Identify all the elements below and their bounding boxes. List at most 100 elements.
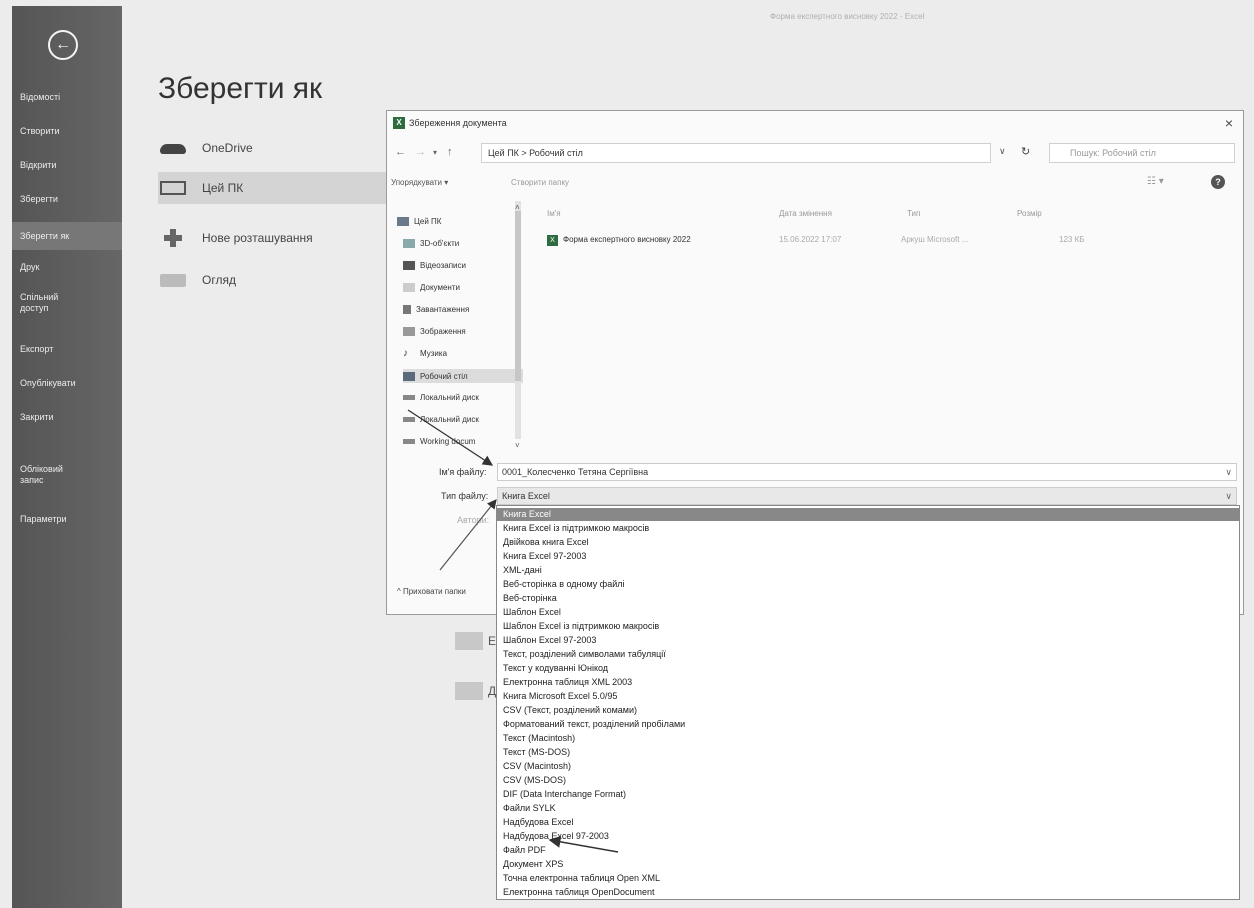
- nav-scrollbar[interactable]: [515, 201, 521, 439]
- file-type-value: Книга Excel: [502, 491, 550, 501]
- nav-item-local-disk[interactable]: Локальний диск: [403, 393, 523, 402]
- sidebar-item-open[interactable]: Відкрити: [20, 160, 120, 171]
- file-type-option[interactable]: Текст (Macintosh): [497, 732, 1239, 745]
- nav-label: Working docum: [420, 437, 476, 446]
- sidebar-item-save-as[interactable]: Зберегти як: [12, 222, 122, 250]
- column-header-size[interactable]: Розмір: [1017, 209, 1042, 218]
- sidebar-item-export[interactable]: Експорт: [20, 344, 120, 355]
- column-header-name[interactable]: Ім'я: [547, 209, 561, 218]
- file-type-option[interactable]: Документ XPS: [497, 858, 1239, 871]
- file-type-select[interactable]: Книга Excel ∨: [497, 487, 1237, 505]
- sidebar-item-save[interactable]: Зберегти: [20, 194, 120, 205]
- view-options-icon[interactable]: ☷ ▾: [1147, 176, 1164, 187]
- file-type-option[interactable]: Текст (MS-DOS): [497, 746, 1239, 759]
- nav-item-music[interactable]: ♪ Музика: [403, 349, 523, 358]
- file-type-option[interactable]: CSV (MS-DOS): [497, 774, 1239, 787]
- location-label: Нове розташування: [202, 231, 313, 245]
- scroll-thumb[interactable]: [515, 211, 521, 381]
- nav-label: Завантаження: [416, 305, 470, 314]
- file-type-option[interactable]: Електронна таблиця OpenDocument: [497, 886, 1239, 899]
- help-icon[interactable]: ?: [1211, 175, 1225, 189]
- up-arrow-icon[interactable]: ↑: [447, 146, 453, 158]
- location-this-pc[interactable]: Цей ПК: [158, 172, 388, 204]
- close-button[interactable]: ×: [1225, 115, 1233, 131]
- file-type-option[interactable]: Надбудова Excel: [497, 816, 1239, 829]
- sidebar-item-close[interactable]: Закрити: [20, 412, 120, 423]
- music-note-icon: ♪: [403, 349, 408, 358]
- location-browse[interactable]: Огляд: [160, 264, 236, 296]
- back-arrow-icon[interactable]: ←: [395, 146, 406, 158]
- column-header-date[interactable]: Дата змінення: [779, 209, 832, 218]
- nav-item-desktop[interactable]: Робочий стіл: [403, 369, 523, 383]
- file-row[interactable]: X Форма експертного висновку 2022 15.06.…: [547, 235, 1107, 249]
- file-type-option[interactable]: Двійкова книга Excel: [497, 536, 1239, 549]
- nav-item-downloads[interactable]: Завантаження: [403, 305, 523, 314]
- search-input[interactable]: Пошук: Робочий стіл: [1049, 143, 1235, 163]
- file-type-option[interactable]: Книга Excel 97-2003: [497, 550, 1239, 563]
- sidebar-item-publish[interactable]: Опублікувати: [20, 378, 120, 389]
- sidebar-item-print[interactable]: Друк: [20, 262, 120, 273]
- refresh-icon[interactable]: ↻: [1021, 145, 1030, 158]
- file-type-option[interactable]: DIF (Data Interchange Format): [497, 788, 1239, 801]
- nav-item-working-docs[interactable]: Working docum: [403, 437, 523, 446]
- organize-button[interactable]: Упорядкувати ▾: [391, 178, 448, 187]
- back-arrow-icon[interactable]: ←: [48, 30, 78, 60]
- address-bar[interactable]: Цей ПК > Робочий стіл: [481, 143, 991, 163]
- nav-label: Документи: [420, 283, 460, 292]
- nav-item-this-pc[interactable]: Цей ПК: [397, 217, 517, 226]
- file-type-option[interactable]: Точна електронна таблиця Open XML: [497, 872, 1239, 885]
- chevron-down-icon[interactable]: ∨: [1225, 488, 1232, 504]
- recent-folder-label[interactable]: Д: [488, 684, 496, 698]
- file-name: Форма експертного висновку 2022: [563, 235, 691, 244]
- scroll-down-icon[interactable]: ˅: [515, 441, 520, 450]
- location-onedrive[interactable]: OneDrive: [160, 132, 253, 164]
- excel-icon: X: [393, 117, 405, 129]
- file-type-option[interactable]: Шаблон Excel із підтримкою макросів: [497, 620, 1239, 633]
- file-name-label: Ім'я файлу:: [439, 467, 487, 477]
- file-name-field[interactable]: 0001_Колесченко Тетяна Сергіївна ∨: [497, 463, 1237, 481]
- sidebar-item-new[interactable]: Створити: [20, 126, 120, 137]
- nav-item-3d[interactable]: 3D-об'єкти: [403, 239, 523, 248]
- file-type-option[interactable]: Шаблон Excel: [497, 606, 1239, 619]
- file-type-option[interactable]: Електронна таблиця XML 2003: [497, 676, 1239, 689]
- nav-item-documents[interactable]: Документи: [403, 283, 523, 292]
- file-type-option[interactable]: CSV (Текст, розділений комами): [497, 704, 1239, 717]
- hide-folders-button[interactable]: ^ Приховати папки: [397, 587, 466, 596]
- file-type-option[interactable]: Текст у кодуванні Юнікод: [497, 662, 1239, 675]
- file-type-option[interactable]: Веб-сторінка: [497, 592, 1239, 605]
- folder-icon: [455, 682, 483, 700]
- recent-chevron-icon[interactable]: ▾: [433, 148, 437, 157]
- file-type-option[interactable]: CSV (Macintosh): [497, 760, 1239, 773]
- nav-label: Локальний диск: [420, 415, 479, 424]
- file-type-option[interactable]: XML-дані: [497, 564, 1239, 577]
- file-type-option[interactable]: Надбудова Excel 97-2003: [497, 830, 1239, 843]
- new-folder-button[interactable]: Створити папку: [511, 178, 569, 187]
- location-new-place[interactable]: Нове розташування: [160, 222, 313, 254]
- file-type-option[interactable]: Веб-сторінка в одному файлі: [497, 578, 1239, 591]
- sidebar-item-options[interactable]: Параметри: [20, 514, 120, 525]
- file-type-option[interactable]: Текст, розділений символами табуляції: [497, 648, 1239, 661]
- file-type-option[interactable]: Книга Microsoft Excel 5.0/95: [497, 690, 1239, 703]
- sidebar-item-account[interactable]: Обліковий запис: [20, 464, 75, 486]
- nav-item-pictures[interactable]: Зображення: [403, 327, 523, 336]
- scroll-up-icon[interactable]: ˄: [515, 203, 520, 212]
- file-type-option[interactable]: Книга Excel із підтримкою макросів: [497, 522, 1239, 535]
- file-name-value: 0001_Колесченко Тетяна Сергіївна: [502, 467, 649, 477]
- nav-item-local-disk[interactable]: Локальний диск: [403, 415, 523, 424]
- chevron-down-icon[interactable]: ∨: [999, 146, 1006, 157]
- file-type-option[interactable]: Файли SYLK: [497, 802, 1239, 815]
- file-type-option[interactable]: Файл PDF: [497, 844, 1239, 857]
- folder-icon: [455, 632, 483, 650]
- sidebar-item-info[interactable]: Відомості: [20, 92, 120, 103]
- file-type-option[interactable]: Шаблон Excel 97-2003: [497, 634, 1239, 647]
- file-type-option[interactable]: Форматований текст, розділений пробілами: [497, 718, 1239, 731]
- cube-icon: [403, 239, 415, 248]
- sidebar-item-share[interactable]: Спільний доступ: [20, 292, 80, 314]
- chevron-down-icon[interactable]: ∨: [1225, 464, 1232, 480]
- column-header-type[interactable]: Тип: [907, 209, 920, 218]
- nav-item-videos[interactable]: Відеозаписи: [403, 261, 523, 270]
- file-type-option[interactable]: Книга Excel: [497, 508, 1239, 521]
- file-date: 15.06.2022 17:07: [779, 235, 842, 244]
- nav-label: 3D-об'єкти: [420, 239, 460, 248]
- forward-arrow-icon[interactable]: →: [415, 146, 426, 158]
